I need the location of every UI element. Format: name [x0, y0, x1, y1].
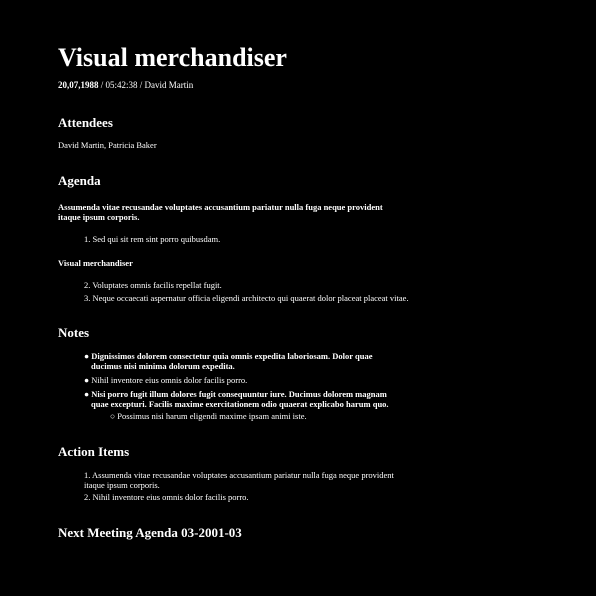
meeting-date: 20,07,1988 [58, 80, 99, 90]
agenda-item-3: 3. Neque occaecati aspernatur officia el… [84, 293, 409, 303]
meeting-meta: 20,07,1988 / 05:42:38 / David Martin [58, 80, 193, 91]
action-item-1: 1. Assumenda vitae recusandae voluptates… [84, 470, 394, 490]
notes-bullet-1: ● Dignissimos dolorem consectetur quia o… [84, 351, 373, 371]
notes-subbullet: ○ Possimus nisi harum eligendi maxime ip… [110, 411, 307, 421]
agenda-heading: Agenda [58, 173, 101, 188]
action-item-2: 2. Nihil inventore eius omnis dolor faci… [84, 492, 249, 502]
agenda-item-2: 2. Voluptates omnis facilis repellat fug… [84, 280, 222, 290]
agenda-item-1: 1. Sed qui sit rem sint porro quibusdam. [84, 234, 221, 244]
action-items-heading: Action Items [58, 444, 130, 459]
agenda-subheading: Visual merchandiser [58, 258, 133, 268]
notes-heading: Notes [58, 325, 90, 340]
document-page: Visual merchandiser 20,07,1988 / 05:42:3… [0, 0, 596, 596]
agenda-intro: Assumenda vitae recusandae voluptates ac… [58, 202, 383, 222]
attendees-list: David Martin, Patricia Baker [58, 140, 157, 150]
next-meeting-heading: Next Meeting Agenda 03-2001-03 [58, 525, 242, 540]
notes-bullet-3: ● Nisi porro fugit illum dolores fugit c… [84, 389, 389, 409]
notes-bullet-2: ● Nihil inventore eius omnis dolor facil… [84, 375, 248, 385]
meeting-time-author: / 05:42:38 / David Martin [98, 80, 194, 90]
attendees-heading: Attendees [58, 115, 113, 130]
page-title: Visual merchandiser [58, 43, 287, 72]
